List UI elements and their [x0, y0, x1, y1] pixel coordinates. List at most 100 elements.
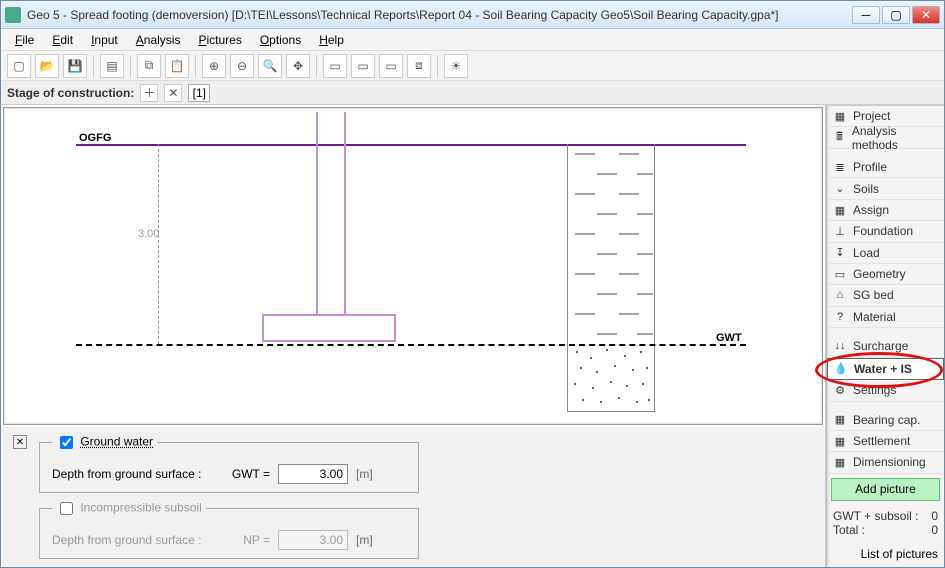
btn-dimensioning[interactable]: ▦Dimensioning — [827, 452, 944, 473]
bottom-panel: ✕ Ground water Depth from ground surface… — [1, 427, 825, 567]
window-title: Geo 5 - Spread footing (demoversion) [D:… — [27, 8, 852, 22]
label-ogfg: OGFG — [79, 132, 111, 144]
menu-analysis[interactable]: Analysis — [128, 31, 189, 49]
btn-settlement[interactable]: ▦Settlement — [827, 431, 944, 452]
assign-icon: ▦ — [833, 203, 847, 217]
menu-input[interactable]: Input — [83, 31, 126, 49]
btn-surcharge[interactable]: ↓↓Surcharge — [827, 336, 944, 358]
rect1-icon[interactable]: ▭ — [323, 54, 347, 78]
btn-profile[interactable]: ≣Profile — [827, 157, 944, 178]
separator — [437, 55, 438, 77]
menu-options[interactable]: Options — [252, 31, 309, 49]
incompressible-checkbox[interactable] — [60, 502, 73, 515]
btn-assign[interactable]: ▦Assign — [827, 200, 944, 221]
soil-hatch-upper — [567, 144, 655, 344]
stage-tab-1[interactable]: [1] — [188, 84, 210, 102]
sgbed-icon: ⌂ — [833, 288, 847, 302]
foundation-icon: ⊥ — [833, 224, 847, 238]
gw-symbol: GWT = — [230, 467, 270, 481]
separator — [93, 55, 94, 77]
incompressible-legend: Incompressible subsoil — [80, 501, 201, 515]
ic-symbol: NP = — [230, 533, 270, 547]
column-right — [344, 112, 346, 316]
zoom-in-icon[interactable]: ⊕ — [202, 54, 226, 78]
light-icon[interactable]: ☀ — [444, 54, 468, 78]
btn-settings[interactable]: ⚙Settings — [827, 380, 944, 402]
maximize-button[interactable]: ▢ — [882, 6, 910, 24]
btn-geometry[interactable]: ▭Geometry — [827, 264, 944, 285]
zoom-rect-icon[interactable]: ⧈ — [407, 54, 431, 78]
btn-material[interactable]: ?Material — [827, 307, 944, 328]
soil-hatch-lower — [567, 344, 655, 412]
close-button[interactable]: ✕ — [912, 6, 940, 24]
footing-outline — [262, 314, 396, 342]
project-icon: ▦ — [833, 109, 847, 123]
add-picture-button[interactable]: Add picture — [831, 478, 940, 501]
separator — [195, 55, 196, 77]
gw-unit: [m] — [356, 467, 373, 481]
surcharge-icon: ↓↓ — [833, 339, 847, 353]
btn-analysis-methods[interactable]: 🖩Analysis methods — [827, 127, 944, 149]
gwt-subsoil-label: GWT + subsoil : — [833, 509, 918, 523]
right-panel: ▦Project 🖩Analysis methods ≣Profile ⌄Soi… — [826, 105, 944, 567]
copy-icon[interactable]: ⧉ — [137, 54, 161, 78]
dim-vline — [158, 144, 159, 344]
menu-edit[interactable]: Edit — [44, 31, 81, 49]
profile-icon: ≣ — [833, 160, 847, 174]
btn-sgbed[interactable]: ⌂SG bed — [827, 285, 944, 306]
drawing-viewport[interactable]: OGFG 3.00 — [3, 107, 823, 425]
total-label: Total : — [833, 523, 865, 537]
material-icon: ? — [833, 310, 847, 324]
open-file-icon[interactable]: 📂 — [35, 54, 59, 78]
bearing-icon: ▦ — [833, 413, 847, 427]
stage-add-icon[interactable]: ＋ — [140, 84, 158, 102]
menu-bar: File Edit Input Analysis Pictures Option… — [1, 29, 944, 51]
rect3-icon[interactable]: ▭ — [379, 54, 403, 78]
zoom-pan-icon[interactable]: 🔍 — [258, 54, 282, 78]
total-value: 0 — [931, 523, 938, 537]
separator — [130, 55, 131, 77]
btn-soils[interactable]: ⌄Soils — [827, 178, 944, 199]
ic-unit: [m] — [356, 533, 373, 547]
separator — [316, 55, 317, 77]
gw-depth-label: Depth from ground surface : — [52, 467, 222, 481]
stage-label: Stage of construction: — [7, 86, 134, 100]
menu-help[interactable]: Help — [311, 31, 352, 49]
water-icon: 💧 — [834, 362, 848, 376]
settings-icon: ⚙ — [833, 383, 847, 397]
app-icon — [5, 7, 21, 23]
dim-value: 3.00 — [138, 228, 159, 240]
gwt-line — [76, 344, 746, 346]
btn-foundation[interactable]: ⊥Foundation — [827, 221, 944, 242]
save-list-icon[interactable]: ▤ — [100, 54, 124, 78]
groundwater-checkbox[interactable] — [60, 436, 73, 449]
move-icon[interactable]: ✥ — [286, 54, 310, 78]
btn-bearing[interactable]: ▦Bearing cap. — [827, 410, 944, 431]
gw-depth-input[interactable] — [278, 464, 348, 484]
incompressible-group: Incompressible subsoil Depth from ground… — [39, 499, 419, 559]
stage-remove-icon[interactable]: ✕ — [164, 84, 182, 102]
groundwater-legend: Ground water — [80, 435, 153, 449]
load-icon: ↧ — [833, 246, 847, 260]
close-panel-icon[interactable]: ✕ — [13, 435, 27, 449]
new-file-icon[interactable]: ▢ — [7, 54, 31, 78]
zoom-out-icon[interactable]: ⊖ — [230, 54, 254, 78]
ic-depth-input — [278, 530, 348, 550]
dimensioning-icon: ▦ — [833, 455, 847, 469]
gwt-subsoil-value: 0 — [931, 509, 938, 523]
btn-water-is[interactable]: 💧Water + IS — [827, 358, 944, 380]
paste-icon[interactable]: 📋 — [165, 54, 189, 78]
column-left — [316, 112, 318, 316]
minimize-button[interactable]: ─ — [852, 6, 880, 24]
rect2-icon[interactable]: ▭ — [351, 54, 375, 78]
label-gwt: GWT — [716, 332, 742, 344]
groundwater-group: Ground water Depth from ground surface :… — [39, 433, 419, 493]
calculator-icon: 🖩 — [833, 131, 846, 145]
ic-depth-label: Depth from ground surface : — [52, 533, 222, 547]
geometry-icon: ▭ — [833, 267, 847, 281]
menu-file[interactable]: File — [7, 31, 42, 49]
save-icon[interactable]: 💾 — [63, 54, 87, 78]
btn-load[interactable]: ↧Load — [827, 243, 944, 264]
list-of-pictures-link[interactable]: List of pictures — [827, 541, 944, 567]
menu-pictures[interactable]: Pictures — [190, 31, 249, 49]
